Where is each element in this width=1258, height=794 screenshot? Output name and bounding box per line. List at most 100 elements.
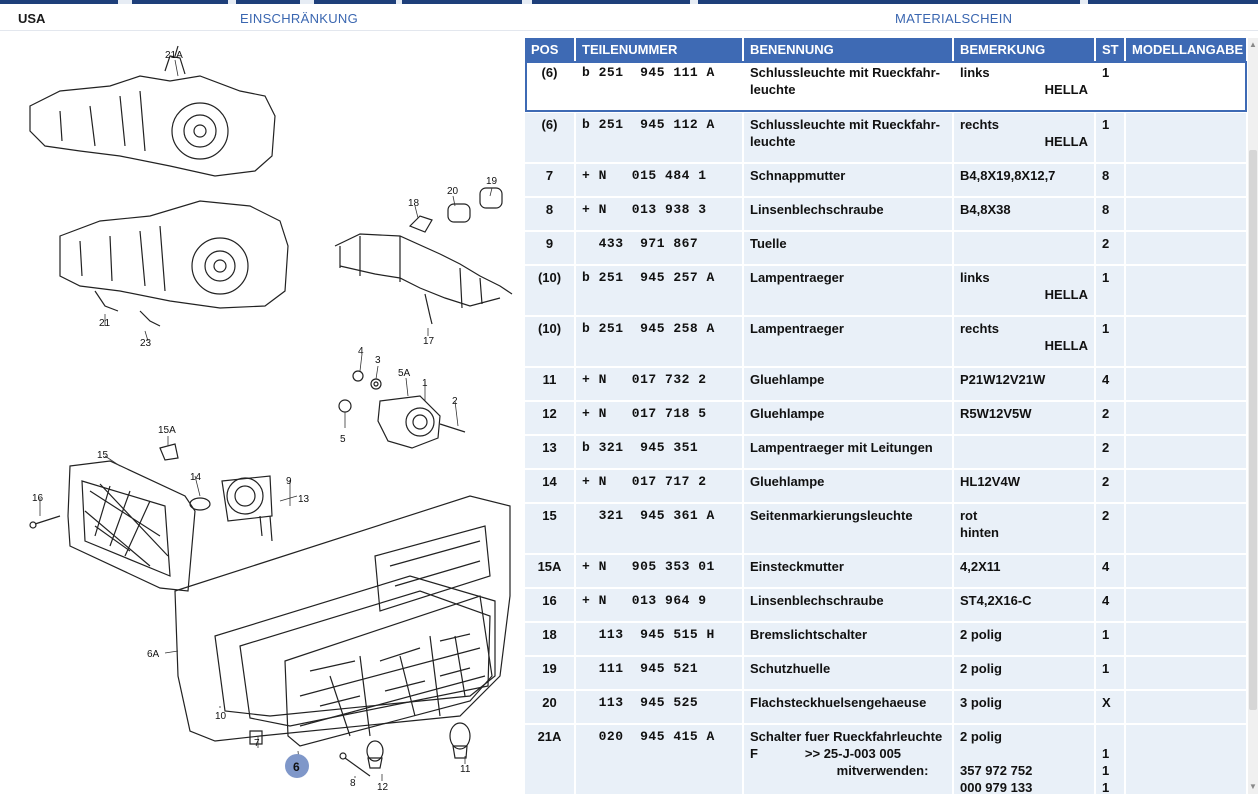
table-row[interactable]: 16 + N 013 964 9 Linsenblechschraube ST4,2X…: [525, 588, 1247, 623]
svg-text:4: 4: [358, 346, 364, 357]
cell-line: Gluehlampe: [750, 474, 825, 489]
svg-text:8: 8: [350, 778, 356, 789]
cell-bemerkung: R5W12V5W: [953, 401, 1096, 436]
cell-benennung: Einsteckmutter: [743, 554, 954, 589]
col-modellangabe[interactable]: MODELLANGABE: [1125, 38, 1247, 61]
cell-line: Gluehlampe: [750, 372, 825, 387]
cell-pos: (6): [525, 61, 576, 113]
table-row[interactable]: 14 + N 017 717 2 Gluehlampe HL12V4W 2: [525, 469, 1247, 504]
table-row[interactable]: 12 + N 017 718 5 Gluehlampe R5W12V5W 2: [525, 401, 1247, 436]
scrollbar-thumb[interactable]: [1249, 150, 1257, 710]
cell-line: Flachsteckhuelsengehaeuse: [750, 695, 927, 710]
cell-teilenummer: b 251 945 112 A: [575, 112, 744, 164]
cell-st: 1: [1095, 622, 1126, 657]
svg-text:2: 2: [452, 396, 458, 407]
cell-line: 4,2X11: [960, 559, 1001, 574]
cell-line: 1: [1102, 117, 1110, 132]
cell-st: 1: [1095, 656, 1126, 691]
cell-line: 1: [1102, 270, 1110, 285]
cell-line: 1: [1102, 780, 1110, 794]
table-row[interactable]: 19 111 945 521 Schutzhuelle 2 polig 1: [525, 656, 1247, 691]
cell-line: leuchte: [750, 134, 796, 149]
table-row[interactable]: 15A + N 905 353 01 Einsteckmutter 4,2X11 4: [525, 554, 1247, 589]
cell-line: 2: [1102, 474, 1110, 489]
col-teilenummer[interactable]: TEILENUMMER: [575, 38, 744, 61]
cell-teilenummer: b 251 945 258 A: [575, 316, 744, 368]
cell-line: leuchte: [750, 82, 796, 97]
table-row[interactable]: (6) b 251 945 111 A Schlussleuchte mit Rue…: [525, 61, 1247, 113]
cell-modellangabe: [1125, 554, 1247, 589]
table-row[interactable]: (10) b 251 945 257 A Lampentraeger links HEL…: [525, 265, 1247, 317]
cell-teilenummer: 020 945 415 A: [575, 724, 744, 794]
cell-teilenummer: + N 905 353 01: [575, 554, 744, 589]
cell-line: Schlussleuchte mit Rueckfahr-: [750, 117, 940, 132]
table-row[interactable]: 8 + N 013 938 3 Linsenblechschraube B4,8X38…: [525, 197, 1247, 232]
cell-st: 4: [1095, 554, 1126, 589]
top-strip: [0, 0, 1258, 4]
cell-line: Bremslichtschalter: [750, 627, 868, 642]
cell-pos: 15A: [525, 554, 576, 589]
exploded-parts-diagram[interactable]: 21A 20 19 18 21 23 17 4 3 5A 1 2 5 15A 15 14 9 13 16…: [0, 36, 520, 794]
cell-teilenummer: + N 015 484 1: [575, 163, 744, 198]
table-row[interactable]: 15 321 945 361 A Seitenmarkierungsleuchte…: [525, 503, 1247, 555]
col-benennung[interactable]: BENENNUNG: [743, 38, 954, 61]
table-row[interactable]: 20 113 945 525 Flachsteckhuelsengehaeuse 3…: [525, 690, 1247, 725]
cell-teilenummer: 113 945 515 H: [575, 622, 744, 657]
cell-bemerkung: P21W12V21W: [953, 367, 1096, 402]
cell-pos: 21A: [525, 724, 576, 794]
table-row[interactable]: 7 + N 015 484 1 Schnappmutter B4,8X19,8X12,…: [525, 163, 1247, 198]
cell-pos: 8: [525, 197, 576, 232]
svg-text:1: 1: [422, 378, 428, 389]
cell-bemerkung: rechts HELLA: [953, 316, 1096, 368]
table-header-row: POS TEILENUMMER BENENNUNG BEMERKUNG ST M…: [525, 38, 1247, 61]
cell-line: Seitenmarkierungsleuchte: [750, 508, 913, 523]
cell-benennung: Tuelle: [743, 231, 954, 266]
cell-pos: 13: [525, 435, 576, 470]
cell-line: 1: [1102, 661, 1110, 676]
cell-bemerkung: B4,8X38: [953, 197, 1096, 232]
svg-text:23: 23: [140, 338, 152, 349]
table-row[interactable]: 18 113 945 515 H Bremslichtschalter 2 poli…: [525, 622, 1247, 657]
cell-line: Schnappmutter: [750, 168, 846, 183]
scroll-up-icon[interactable]: ▲: [1248, 40, 1258, 50]
cell-bemerkung: links HELLA: [953, 265, 1096, 317]
cell-line: 1: [1102, 321, 1110, 336]
cell-st: 2: [1095, 469, 1126, 504]
cell-benennung: Gluehlampe: [743, 469, 954, 504]
table-row[interactable]: 9 433 971 867 Tuelle 2: [525, 231, 1247, 266]
parts-table-container: POS TEILENUMMER BENENNUNG BEMERKUNG ST M…: [525, 38, 1247, 794]
svg-text:7: 7: [254, 738, 260, 749]
cell-line: X: [1102, 695, 1111, 710]
cell-benennung: Seitenmarkierungsleuchte: [743, 503, 954, 555]
cell-teilenummer: b 321 945 351: [575, 435, 744, 470]
cell-st: 1: [1095, 61, 1126, 113]
scroll-down-icon[interactable]: ▼: [1248, 782, 1258, 792]
svg-text:21: 21: [99, 318, 111, 329]
col-pos[interactable]: POS: [525, 38, 576, 61]
vertical-scrollbar[interactable]: ▲ ▼: [1248, 38, 1258, 794]
cell-benennung: Lampentraeger: [743, 265, 954, 317]
cell-pos: (10): [525, 265, 576, 317]
cell-bemerkung: B4,8X19,8X12,7: [953, 163, 1096, 198]
cell-modellangabe: [1125, 112, 1247, 164]
cell-bemerkung: rechts HELLA: [953, 112, 1096, 164]
cell-bemerkung: [953, 231, 1096, 266]
cell-bemerkung: links HELLA: [953, 61, 1096, 113]
cell-line: Lampentraeger: [750, 321, 844, 336]
cell-line: HELLA: [1044, 134, 1088, 149]
cell-benennung: Lampentraeger mit Leitungen: [743, 435, 954, 470]
cell-line: 2 polig: [960, 661, 1002, 676]
svg-text:13: 13: [298, 494, 310, 505]
table-row[interactable]: (6) b 251 945 112 A Schlussleuchte mit Rue…: [525, 112, 1247, 164]
restriction-label: EINSCHRÄNKUNG: [240, 11, 359, 26]
cell-line: 8: [1102, 202, 1110, 217]
table-row[interactable]: 11 + N 017 732 2 Gluehlampe P21W12V21W 4: [525, 367, 1247, 402]
table-row[interactable]: (10) b 251 945 258 A Lampentraeger rechts HE…: [525, 316, 1247, 368]
table-row[interactable]: 13 b 321 945 351 Lampentraeger mit Leitung…: [525, 435, 1247, 470]
table-row[interactable]: 21A 020 945 415 A Schalter fuer Rueckfahr…: [525, 724, 1247, 794]
col-bemerkung[interactable]: BEMERKUNG: [953, 38, 1096, 61]
cell-teilenummer: 433 971 867: [575, 231, 744, 266]
region-label: USA: [18, 11, 46, 26]
col-st[interactable]: ST: [1095, 38, 1126, 61]
cell-line: P21W12V21W: [960, 372, 1046, 387]
